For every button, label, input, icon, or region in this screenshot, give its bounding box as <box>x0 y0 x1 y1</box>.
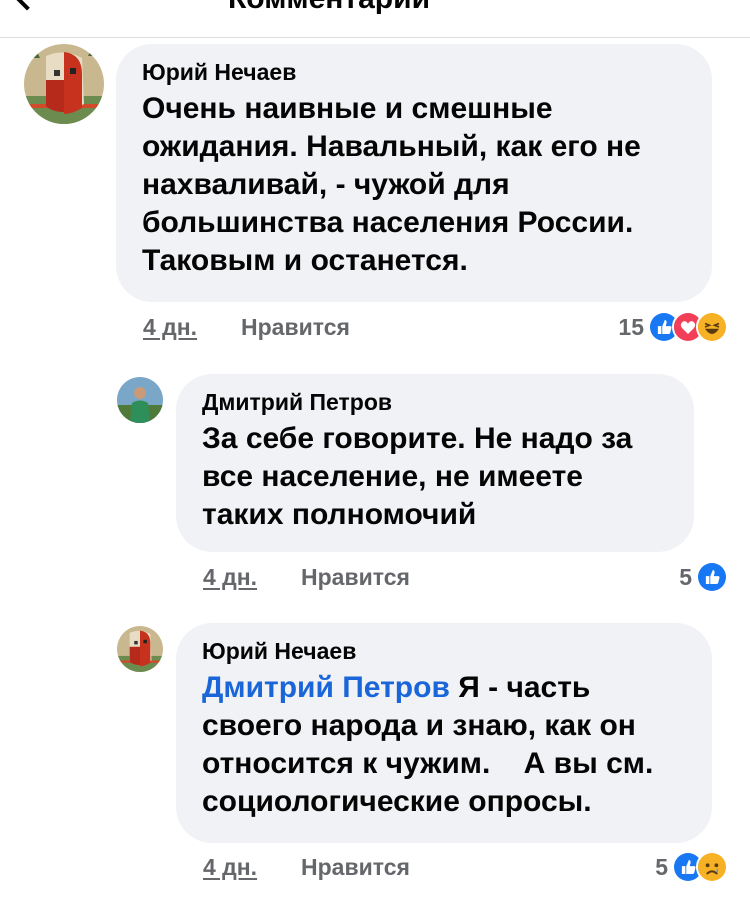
comment-text: Очень наивные и смешные ожидания. Наваль… <box>142 92 641 277</box>
reaction-count: 5 <box>655 853 668 880</box>
comment-actions: 4 дн. Нравится 5 <box>176 851 728 888</box>
top-bar: Комментарии <box>0 0 750 38</box>
sad-icon <box>696 851 728 883</box>
comment-author[interactable]: Юрий Нечаев <box>142 58 686 86</box>
avatar[interactable] <box>24 44 104 124</box>
like-button[interactable]: Нравится <box>301 564 410 591</box>
comment-actions: 4 дн. Нравится 15 <box>116 311 728 348</box>
avatar-painting-icon <box>117 626 163 672</box>
comment-author[interactable]: Юрий Нечаев <box>202 637 686 665</box>
avatar[interactable] <box>117 626 163 672</box>
reaction-summary[interactable]: 15 <box>618 310 728 344</box>
comment-actions: 4 дн. Нравится 5 <box>176 561 728 598</box>
like-button[interactable]: Нравится <box>241 314 350 341</box>
like-icon <box>696 561 728 593</box>
page-title: Комментарии <box>228 0 430 16</box>
comment-author[interactable]: Дмитрий Петров <box>202 388 668 416</box>
reaction-summary[interactable]: 5 <box>655 850 728 884</box>
comment-text: Дмитрий Петров Я - часть своего народа и… <box>202 669 686 821</box>
reaction-summary[interactable]: 5 <box>679 560 728 594</box>
mention-link[interactable]: Дмитрий Петров <box>202 671 450 704</box>
avatar-painting-icon <box>24 44 104 124</box>
comment-text: За себе говорите. Не надо за все населен… <box>202 422 633 531</box>
comment-bubble: Дмитрий Петров За себе говорите. Не надо… <box>176 374 694 552</box>
like-button[interactable]: Нравится <box>301 854 410 881</box>
back-arrow-icon[interactable] <box>11 0 43 11</box>
haha-icon <box>696 311 728 343</box>
reaction-count: 15 <box>618 313 644 340</box>
avatar[interactable] <box>117 377 163 423</box>
comment-bubble: Юрий Нечаев Очень наивные и смешные ожид… <box>116 44 712 302</box>
avatar-photo-icon <box>117 377 163 423</box>
comment-time[interactable]: 4 дн. <box>203 854 257 881</box>
reaction-count: 5 <box>679 563 692 590</box>
comment-time[interactable]: 4 дн. <box>203 564 257 591</box>
comment-bubble: Юрий Нечаев Дмитрий Петров Я - часть сво… <box>176 623 712 843</box>
comment-time[interactable]: 4 дн. <box>143 314 197 341</box>
